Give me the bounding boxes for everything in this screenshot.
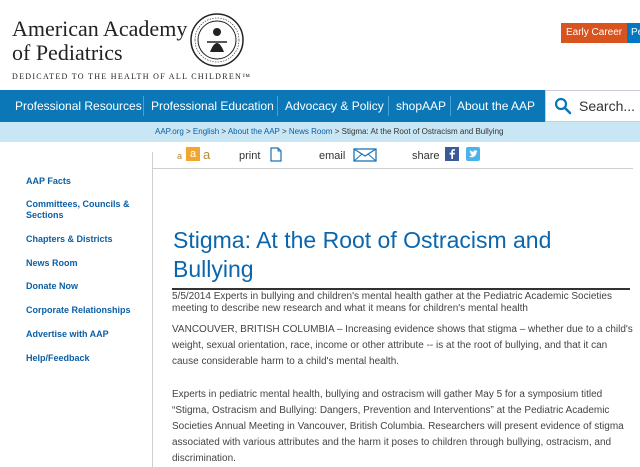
breadcrumb-bar: AAP.org > English > About the AAP > News… xyxy=(0,122,640,142)
article-dek: 5/5/2014 Experts in bullying and childre… xyxy=(172,291,612,314)
main-nav: Professional Resources Professional Educ… xyxy=(0,90,640,122)
breadcrumb: AAP.org > English > About the AAP > News… xyxy=(155,122,503,142)
org-tagline: DEDICATED TO THE HEALTH OF ALL CHILDREN™ xyxy=(12,72,252,81)
breadcrumb-link-aap[interactable]: AAP.org xyxy=(155,127,184,136)
article-paragraph: VANCOUVER, BRITISH COLUMBIA – Increasing… xyxy=(172,324,633,367)
nav-item-advocacy-policy[interactable]: Advocacy & Policy xyxy=(285,90,384,122)
nav-divider xyxy=(388,96,389,116)
search-input[interactable]: Search... xyxy=(545,90,640,122)
breadcrumb-separator: > xyxy=(221,127,227,136)
tools-divider xyxy=(153,168,633,169)
sidebar-item-news-room[interactable]: News Room xyxy=(26,258,146,269)
nav-item-professional-education[interactable]: Professional Education xyxy=(151,90,274,122)
org-name-line1[interactable]: American Academy xyxy=(12,17,187,41)
article-title: Stigma: At the Root of Ostracism and Bul… xyxy=(173,227,552,282)
left-sidebar: AAP Facts Committees, Councils & Section… xyxy=(0,142,153,467)
nav-item-shopaap[interactable]: shopAAP xyxy=(396,90,446,122)
search-icon[interactable] xyxy=(554,97,572,115)
breadcrumb-current: Stigma: At the Root of Ostracism and Bul… xyxy=(341,127,504,136)
twitter-icon[interactable] xyxy=(466,147,480,161)
font-size-large-button[interactable]: a xyxy=(203,147,210,162)
header-blue-button[interactable]: Pe xyxy=(627,23,640,43)
sidebar-divider xyxy=(152,152,153,467)
breadcrumb-link-about[interactable]: About the AAP xyxy=(228,127,280,136)
sidebar-item-chapters[interactable]: Chapters & Districts xyxy=(26,234,146,245)
nav-divider xyxy=(143,96,144,116)
breadcrumb-link-newsroom[interactable]: News Room xyxy=(289,127,333,136)
font-size-medium-button[interactable]: a xyxy=(186,147,200,161)
breadcrumb-link-english[interactable]: English xyxy=(193,127,219,136)
sidebar-item-donate[interactable]: Donate Now xyxy=(26,281,146,292)
print-button[interactable]: print xyxy=(239,150,260,162)
print-icon[interactable] xyxy=(270,147,282,162)
email-button[interactable]: email xyxy=(319,150,345,162)
email-icon[interactable] xyxy=(353,148,377,162)
nav-item-about-aap[interactable]: About the AAP xyxy=(457,90,535,122)
breadcrumb-separator: > xyxy=(186,127,191,136)
search-placeholder: Search... xyxy=(579,98,636,114)
nav-divider xyxy=(450,96,451,116)
nav-divider xyxy=(277,96,278,116)
org-logo-text[interactable]: American Academy of Pediatrics xyxy=(12,17,187,65)
sidebar-item-help[interactable]: Help/Feedback xyxy=(26,353,146,364)
nav-item-professional-resources[interactable]: Professional Resources xyxy=(15,90,142,122)
site-header: American Academy of Pediatrics DEDICATED… xyxy=(0,0,640,90)
font-size-small-button[interactable]: a xyxy=(177,151,182,161)
sidebar-item-committees[interactable]: Committees, Councils & Sections xyxy=(26,199,144,221)
article-paragraph: Experts in pediatric mental health, bull… xyxy=(172,389,624,464)
breadcrumb-separator: > xyxy=(334,127,340,136)
org-name-line2[interactable]: of Pediatrics xyxy=(12,41,187,65)
article-tools: a a a print email share xyxy=(153,142,640,168)
facebook-icon[interactable] xyxy=(445,147,459,161)
sidebar-item-advertise[interactable]: Advertise with AAP xyxy=(26,329,146,340)
early-career-button[interactable]: Early Career xyxy=(561,23,628,43)
aap-seal-icon[interactable] xyxy=(189,12,245,68)
title-divider xyxy=(172,288,630,290)
share-label: share xyxy=(412,150,440,162)
sidebar-item-corporate[interactable]: Corporate Relationships xyxy=(26,305,146,316)
breadcrumb-separator: > xyxy=(281,127,287,136)
sidebar-item-aap-facts[interactable]: AAP Facts xyxy=(26,176,146,187)
